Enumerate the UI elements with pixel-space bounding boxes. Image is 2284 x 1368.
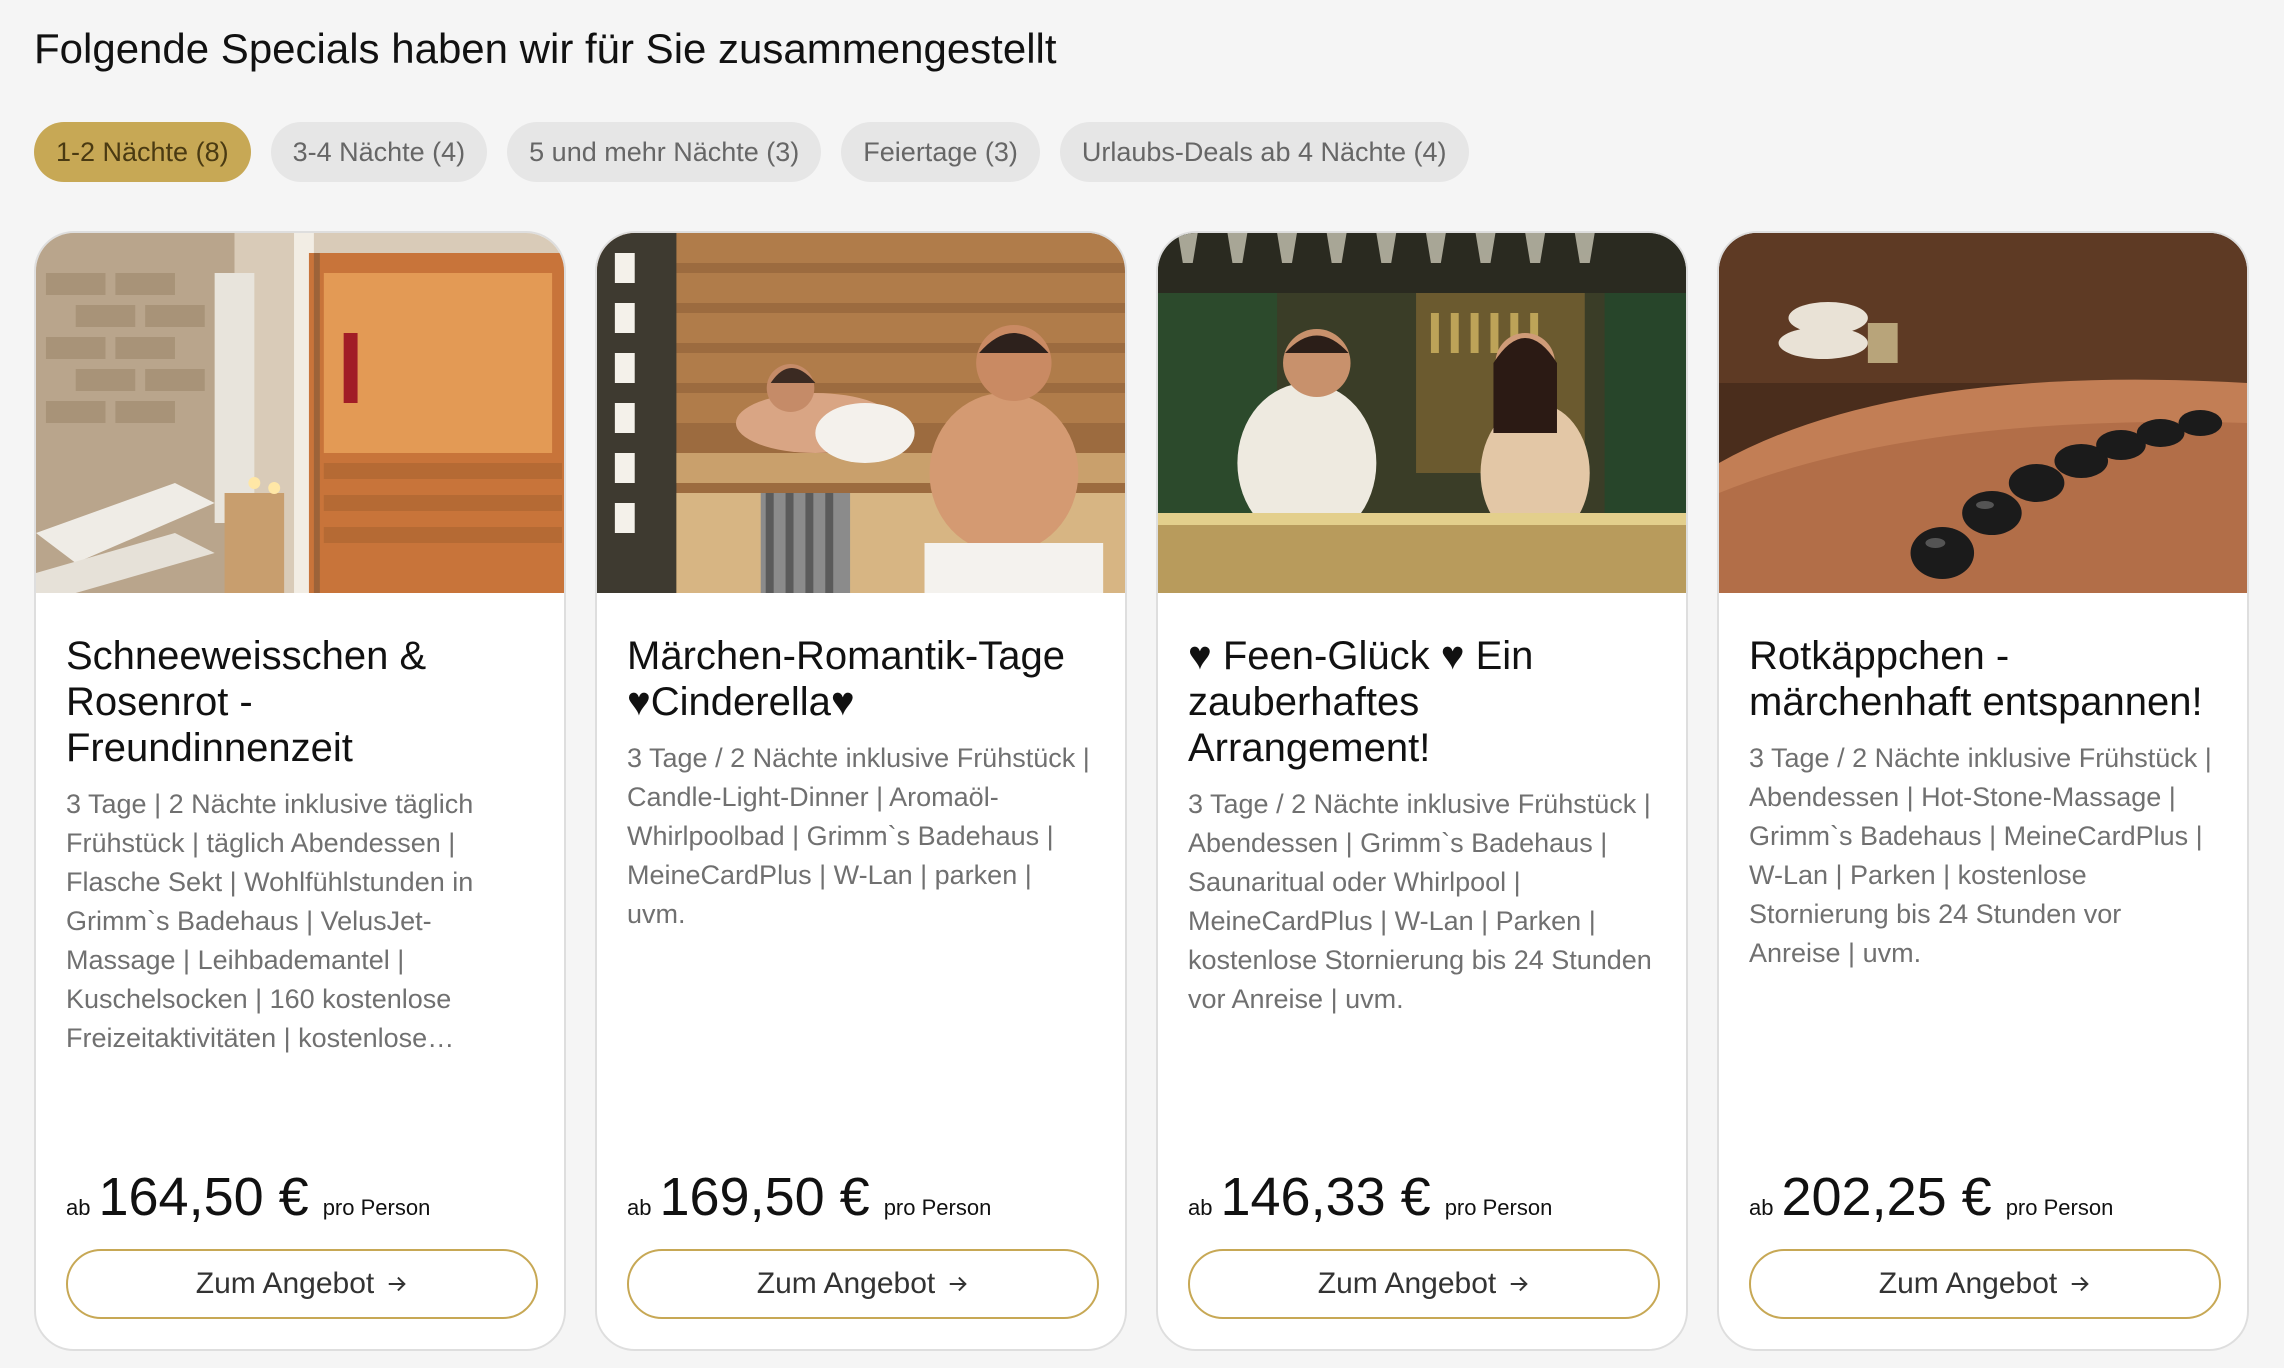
page-title: Folgende Specials haben wir für Sie zusa… <box>34 25 1057 72</box>
price-suffix: pro Person <box>1444 1195 1553 1220</box>
offer-description: 3 Tage / 2 Nächte inklusive Frühstück | … <box>1188 789 1652 1014</box>
price-prefix: ab <box>66 1195 91 1220</box>
couple-at-bar-photo[interactable] <box>1158 233 1686 593</box>
price-value: 169,50 € <box>659 1167 870 1227</box>
arrow-right-icon <box>949 1276 967 1292</box>
price-row: ab 164,50 € pro Person <box>66 1167 430 1227</box>
offer-description: 3 Tage | 2 Nächte inklusive täglich Früh… <box>66 789 474 1053</box>
price-value: 146,33 € <box>1220 1167 1431 1227</box>
tab-urlaubs-deals[interactable]: Urlaubs-Deals ab 4 Nächte (4) <box>1059 122 1469 182</box>
offer-card: ♥ Feen-Glück ♥ Ein zauberhaftes Arrangem… <box>1156 231 1688 1351</box>
price-suffix: pro Person <box>883 1195 992 1220</box>
price-suffix: pro Person <box>322 1195 431 1220</box>
tab-feiertage[interactable]: Feiertage (3) <box>841 122 1040 182</box>
price-prefix: ab <box>627 1195 652 1220</box>
spa-sauna-room-photo[interactable] <box>36 233 564 593</box>
offer-title: ♥ Feen-Glück ♥ Ein zauberhaftes Arrangem… <box>1188 634 1534 770</box>
button-label: Zum Angebot <box>1878 1267 2058 1300</box>
price-value: 202,25 € <box>1781 1167 1992 1227</box>
zum-angebot-button[interactable]: Zum Angebot <box>1749 1249 2221 1319</box>
tab-1-2-naechte[interactable]: 1-2 Nächte (8) <box>34 122 251 182</box>
offer-description: 3 Tage / 2 Nächte inklusive Frühstück | … <box>1749 743 2212 968</box>
offer-title: Schneeweisschen & Rosenrot - Freundinnen… <box>66 634 427 770</box>
price-row: ab 146,33 € pro Person <box>1188 1167 1552 1227</box>
offer-card: Märchen-Romantik-Tage ♥Cinderella♥ 3 Tag… <box>595 231 1127 1351</box>
offer-title: Märchen-Romantik-Tage ♥Cinderella♥ <box>627 634 1065 724</box>
offer-cards: Schneeweisschen & Rosenrot - Freundinnen… <box>34 231 2249 1351</box>
button-label: Zum Angebot <box>1317 1267 1497 1300</box>
couple-in-sauna-photo[interactable] <box>597 233 1125 593</box>
arrow-right-icon <box>1510 1276 1528 1292</box>
price-row: ab 202,25 € pro Person <box>1749 1167 2113 1227</box>
button-label: Zum Angebot <box>195 1267 375 1300</box>
zum-angebot-button[interactable]: Zum Angebot <box>1188 1249 1660 1319</box>
price-row: ab 169,50 € pro Person <box>627 1167 991 1227</box>
price-prefix: ab <box>1188 1195 1213 1220</box>
filter-tabs: 1-2 Nächte (8) 3-4 Nächte (4) 5 und mehr… <box>34 122 1469 182</box>
arrow-right-icon <box>388 1276 406 1292</box>
offer-card: Rotkäppchen - märchenhaft entspannen! 3 … <box>1717 231 2249 1351</box>
arrow-right-icon <box>2071 1276 2089 1292</box>
price-prefix: ab <box>1749 1195 1774 1220</box>
zum-angebot-button[interactable]: Zum Angebot <box>627 1249 1099 1319</box>
button-label: Zum Angebot <box>756 1267 936 1300</box>
price-value: 164,50 € <box>98 1167 309 1227</box>
hot-stone-massage-photo[interactable] <box>1719 233 2247 593</box>
tab-5-und-mehr-naechte[interactable]: 5 und mehr Nächte (3) <box>507 122 822 182</box>
offer-title: Rotkäppchen - märchenhaft entspannen! <box>1749 634 2203 724</box>
offer-card: Schneeweisschen & Rosenrot - Freundinnen… <box>34 231 566 1351</box>
tab-3-4-naechte[interactable]: 3-4 Nächte (4) <box>270 122 488 182</box>
specials-section: Folgende Specials haben wir für Sie zusa… <box>34 0 2254 1368</box>
price-suffix: pro Person <box>2005 1195 2114 1220</box>
offer-description: 3 Tage / 2 Nächte inklusive Frühstück | … <box>627 743 1090 929</box>
zum-angebot-button[interactable]: Zum Angebot <box>66 1249 538 1319</box>
